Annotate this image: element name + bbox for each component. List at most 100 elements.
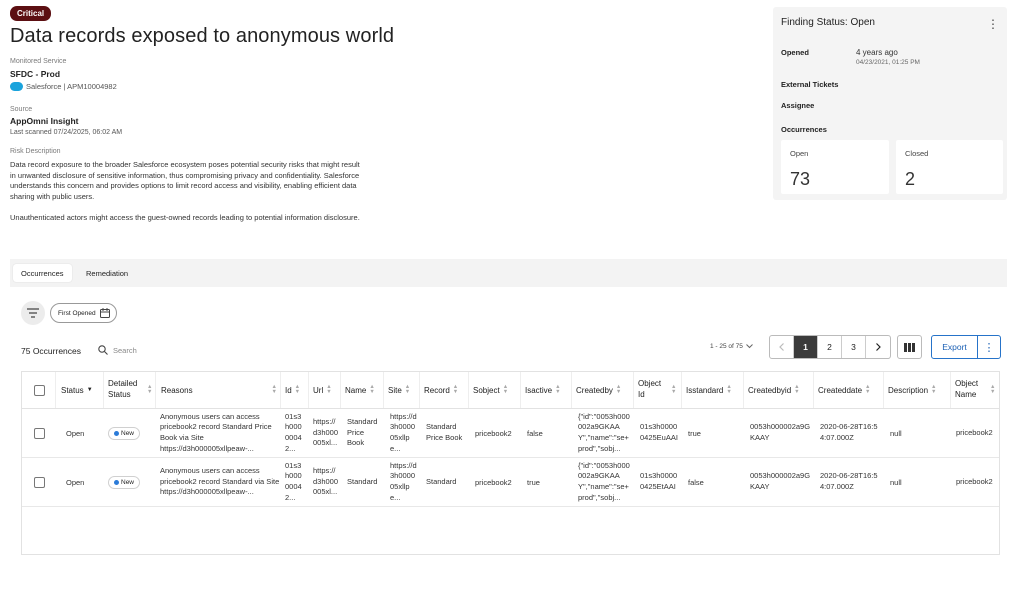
page-button-3[interactable]: 3 — [842, 336, 866, 358]
cell-isactive: true — [521, 458, 572, 506]
object-name-text: pricebook2 — [956, 476, 993, 486]
table-row[interactable]: Open New Anonymous users can access pric… — [22, 409, 999, 458]
record-text: Standard — [426, 476, 457, 486]
createdby-text: {"id":"0053h000002a9GKAAY","name":"se+pr… — [578, 411, 630, 453]
filter-button[interactable] — [21, 301, 45, 325]
createdby-text: {"id":"0053h000002a9GKAAY","name":"se+pr… — [578, 460, 630, 502]
isactive-text: false — [527, 428, 543, 438]
cell-reasons: Anonymous users can access pricebook2 re… — [156, 409, 281, 457]
tabs-bar: Occurrences Remediation — [10, 259, 1007, 287]
risk-description-label: Risk Description — [10, 148, 61, 155]
col-object-name[interactable]: Object Name ▲ ▼ — [951, 372, 999, 408]
col-detailed-status[interactable]: Detailed Status ▲ ▼ — [104, 372, 156, 408]
status-badge-label: New — [121, 478, 135, 486]
cell-sobject: pricebook2 — [469, 458, 521, 506]
cell-reasons: Anonymous users can access pricebook2 re… — [156, 458, 281, 506]
next-page-button[interactable] — [866, 336, 890, 358]
createdbyid-text: 0053h000002a9GKAAY — [750, 471, 811, 491]
col-site[interactable]: Site ▲ ▼ — [384, 372, 420, 408]
col-id-label: Id — [285, 385, 292, 395]
col-status[interactable]: Status ▼ — [56, 372, 104, 408]
prev-page-button[interactable] — [770, 336, 794, 358]
col-record[interactable]: Record ▲ ▼ — [420, 372, 469, 408]
opened-date: 04/23/2021, 01:25 PM — [856, 59, 920, 66]
col-reasons[interactable]: Reasons ▲ ▼ — [156, 372, 281, 408]
page-range-label: 1 - 25 of 75 — [710, 343, 743, 350]
cell-createddate: 2020-06-28T16:54:07.000Z — [814, 409, 884, 457]
source-label: Source — [10, 106, 33, 113]
search-input[interactable] — [113, 345, 193, 355]
cell-isstandard: false — [682, 458, 744, 506]
col-isstandard[interactable]: Isstandard ▲ ▼ — [682, 372, 744, 408]
col-object-id[interactable]: Object Id ▲ ▼ — [634, 372, 682, 408]
page-button-1[interactable]: 1 — [794, 336, 818, 358]
row-checkbox[interactable] — [34, 427, 45, 439]
tab-occurrences[interactable]: Occurrences — [13, 264, 72, 282]
tab-remediation[interactable]: Remediation — [78, 264, 136, 282]
cell-record: Standard Price Book — [420, 409, 469, 457]
cell-id: 01s3h00000042... — [281, 458, 309, 506]
cell-site: https://d3h000005xllpe... — [384, 409, 420, 457]
col-id[interactable]: Id ▲ ▼ — [281, 372, 309, 408]
closed-label: Closed — [905, 149, 929, 158]
page-range-select[interactable]: 1 - 25 of 75 — [710, 343, 753, 350]
cell-sobject: pricebook2 — [469, 409, 521, 457]
col-sobject[interactable]: Sobject ▲ ▼ — [469, 372, 521, 408]
columns-button[interactable] — [897, 335, 922, 359]
platform-row: Salesforce | APM10004982 — [10, 82, 117, 91]
col-status-label: Status — [61, 385, 84, 395]
cell-createdby: {"id":"0053h000002a9GKAAY","name":"se+pr… — [572, 458, 634, 506]
object-id-text: 01s3h00000425EtAAI — [640, 471, 678, 491]
row-checkbox-cell — [22, 458, 56, 506]
col-isactive[interactable]: Isactive ▲ ▼ — [521, 372, 572, 408]
export-more-icon[interactable]: ⋮ — [978, 336, 1000, 358]
page-button-2[interactable]: 2 — [818, 336, 842, 358]
columns-icon — [904, 342, 915, 352]
createdbyid-text: 0053h000002a9GKAAY — [750, 422, 811, 442]
cell-description: null — [884, 409, 951, 457]
col-createdbyid[interactable]: Createdbyid ▲ ▼ — [744, 372, 814, 408]
calendar-icon — [99, 308, 110, 318]
export-button[interactable]: Export — [932, 336, 978, 358]
risk-description-para-1: Data record exposure to the broader Sale… — [10, 160, 360, 202]
reasons-text: Anonymous users can access pricebook2 re… — [160, 466, 280, 497]
url-text: https://d3h000005xl... — [313, 417, 339, 448]
col-createddate-label: Createddate — [818, 385, 863, 395]
site-text: https://d3h000005xllpe... — [390, 460, 417, 502]
status-dot-icon — [114, 479, 119, 485]
col-createdby[interactable]: Createdby ▲ ▼ — [572, 372, 634, 408]
col-description[interactable]: Description ▲ ▼ — [884, 372, 951, 408]
more-options-icon[interactable]: ⋮ — [987, 18, 999, 30]
col-url-label: Url — [313, 385, 324, 395]
severity-badge: Critical — [10, 6, 52, 21]
cell-detailed-status: New — [104, 458, 156, 506]
select-all-checkbox[interactable] — [34, 384, 45, 396]
monitored-service-value[interactable]: SFDC - Prod — [10, 69, 60, 79]
select-all-checkbox-cell — [22, 372, 56, 408]
risk-description-para-2: Unauthenticated actors might access the … — [10, 213, 360, 222]
table-row[interactable]: Open New Anonymous users can access pric… — [22, 458, 999, 507]
source-value: AppOmni Insight — [10, 116, 79, 126]
description-text: null — [890, 428, 902, 438]
col-createdby-label: Createdby — [576, 385, 613, 395]
col-record-label: Record — [424, 385, 450, 395]
salesforce-logo-icon — [10, 82, 23, 91]
cell-url: https://d3h000005xl... — [309, 409, 341, 457]
first-opened-filter-chip[interactable]: First Opened — [50, 303, 117, 323]
closed-occurrences-card: Closed 2 — [896, 140, 1003, 194]
col-createddate[interactable]: Createddate ▲ ▼ — [814, 372, 884, 408]
col-createdbyid-label: Createdbyid — [748, 385, 792, 395]
col-object-id-label: Object Id — [638, 379, 662, 399]
cell-isactive: false — [521, 409, 572, 457]
col-site-label: Site — [388, 385, 402, 395]
open-label: Open — [790, 149, 809, 158]
external-tickets-label: External Tickets — [781, 80, 839, 89]
id-text: 01s3h00000042... — [285, 411, 302, 453]
col-name[interactable]: Name ▲ ▼ — [341, 372, 384, 408]
col-url[interactable]: Url ▲ ▼ — [309, 372, 341, 408]
isstandard-text: true — [688, 428, 701, 438]
cell-id: 01s3h00000042... — [281, 409, 309, 457]
monitored-service-label: Monitored Service — [10, 58, 67, 65]
closed-count: 2 — [905, 169, 916, 189]
row-checkbox[interactable] — [34, 476, 45, 488]
